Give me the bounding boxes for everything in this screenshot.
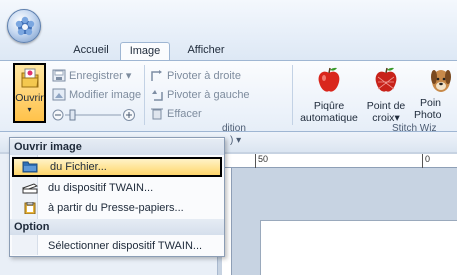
dropdown-chevron-icon[interactable]: ) ▾ bbox=[230, 135, 241, 146]
menu-item-from-file[interactable]: du Fichier... bbox=[12, 157, 222, 177]
menu-item-from-file-label: du Fichier... bbox=[50, 161, 107, 173]
modify-image-icon bbox=[52, 88, 66, 101]
open-image-menu: Ouvrir image du Fichier... du dispositif… bbox=[9, 137, 225, 257]
menu-item-from-twain[interactable]: du dispositif TWAIN... bbox=[12, 178, 222, 198]
photo-stitch-label-1: Poin bbox=[420, 97, 442, 109]
auto-stitch-button[interactable]: Piqûre automatique bbox=[300, 65, 358, 124]
apple-icon bbox=[318, 67, 340, 92]
open-image-icon bbox=[21, 68, 39, 88]
photo-stitch-label-2: Photo bbox=[414, 109, 442, 121]
scanner-icon bbox=[22, 183, 38, 194]
erase-label: Effacer bbox=[167, 108, 202, 120]
menu-header-open-image: Ouvrir image bbox=[10, 139, 224, 155]
dog-icon bbox=[431, 70, 451, 92]
modify-label: Modifier image bbox=[69, 89, 142, 101]
clipboard-icon bbox=[24, 202, 36, 214]
cross-stitch-label-1: Point de bbox=[366, 100, 406, 112]
menu-item-select-twain-label: Sélectionner dispositif TWAIN... bbox=[48, 240, 203, 252]
ribbon-header: Accueil Image Afficher bbox=[0, 0, 457, 61]
ruler-label-0: 0 bbox=[425, 154, 431, 164]
application-menu-button[interactable] bbox=[7, 9, 41, 43]
auto-stitch-label-2: automatique bbox=[300, 112, 358, 124]
group-separator bbox=[292, 65, 293, 125]
menu-item-select-twain-device[interactable]: Sélectionner dispositif TWAIN... bbox=[12, 236, 222, 256]
group-separator bbox=[144, 65, 145, 125]
folder-icon bbox=[22, 161, 38, 173]
menu-item-from-twain-label: du dispositif TWAIN... bbox=[48, 182, 154, 194]
ruler-tick bbox=[255, 154, 256, 168]
app-logo-icon bbox=[15, 16, 35, 36]
ruler-label-50: 50 bbox=[258, 154, 269, 164]
slider-track-icon bbox=[52, 109, 135, 121]
ribbon-panel: Enregistrer ▾ Modifier image Pivoter à d… bbox=[0, 60, 457, 134]
rotate-left-icon bbox=[152, 89, 163, 101]
tab-image[interactable]: Image bbox=[120, 42, 170, 61]
trash-icon bbox=[151, 108, 163, 120]
rotate-left-button[interactable]: Pivoter à gauche bbox=[150, 87, 250, 104]
rotate-right-button[interactable]: Pivoter à droite bbox=[150, 68, 241, 85]
auto-stitch-label-1: Piqûre bbox=[313, 100, 345, 112]
adjust-slider[interactable] bbox=[52, 108, 136, 122]
save-label: Enregistrer bbox=[69, 70, 123, 82]
tab-accueil[interactable]: Accueil bbox=[62, 42, 120, 60]
cross-stitch-button[interactable]: Point de croix▾ bbox=[362, 65, 410, 124]
design-canvas[interactable] bbox=[260, 220, 457, 275]
menu-item-from-clipboard-label: à partir du Presse-papiers... bbox=[48, 202, 184, 214]
cross-stitch-apple-icon bbox=[375, 67, 397, 92]
rotate-left-label: Pivoter à gauche bbox=[167, 89, 250, 101]
horizontal-ruler: 50 0 bbox=[222, 154, 457, 168]
open-button[interactable]: Ouvrir ▾ bbox=[13, 63, 46, 123]
tab-afficher[interactable]: Afficher bbox=[178, 42, 234, 60]
erase-button[interactable]: Effacer bbox=[150, 106, 202, 123]
open-button-label: Ouvrir bbox=[15, 92, 44, 104]
save-image-icon bbox=[52, 69, 66, 82]
modify-image-button[interactable]: Modifier image bbox=[52, 87, 141, 104]
rotate-right-icon bbox=[151, 69, 162, 81]
photo-stitch-button[interactable]: Poin Photo bbox=[414, 65, 457, 121]
menu-header-option: Option bbox=[10, 219, 224, 235]
ruler-tick bbox=[422, 154, 423, 168]
chevron-down-icon: ▾ bbox=[27, 105, 32, 114]
rotate-right-label: Pivoter à droite bbox=[167, 70, 241, 82]
menu-item-from-clipboard[interactable]: à partir du Presse-papiers... bbox=[12, 198, 222, 218]
save-image-button[interactable]: Enregistrer ▾ bbox=[52, 68, 131, 85]
